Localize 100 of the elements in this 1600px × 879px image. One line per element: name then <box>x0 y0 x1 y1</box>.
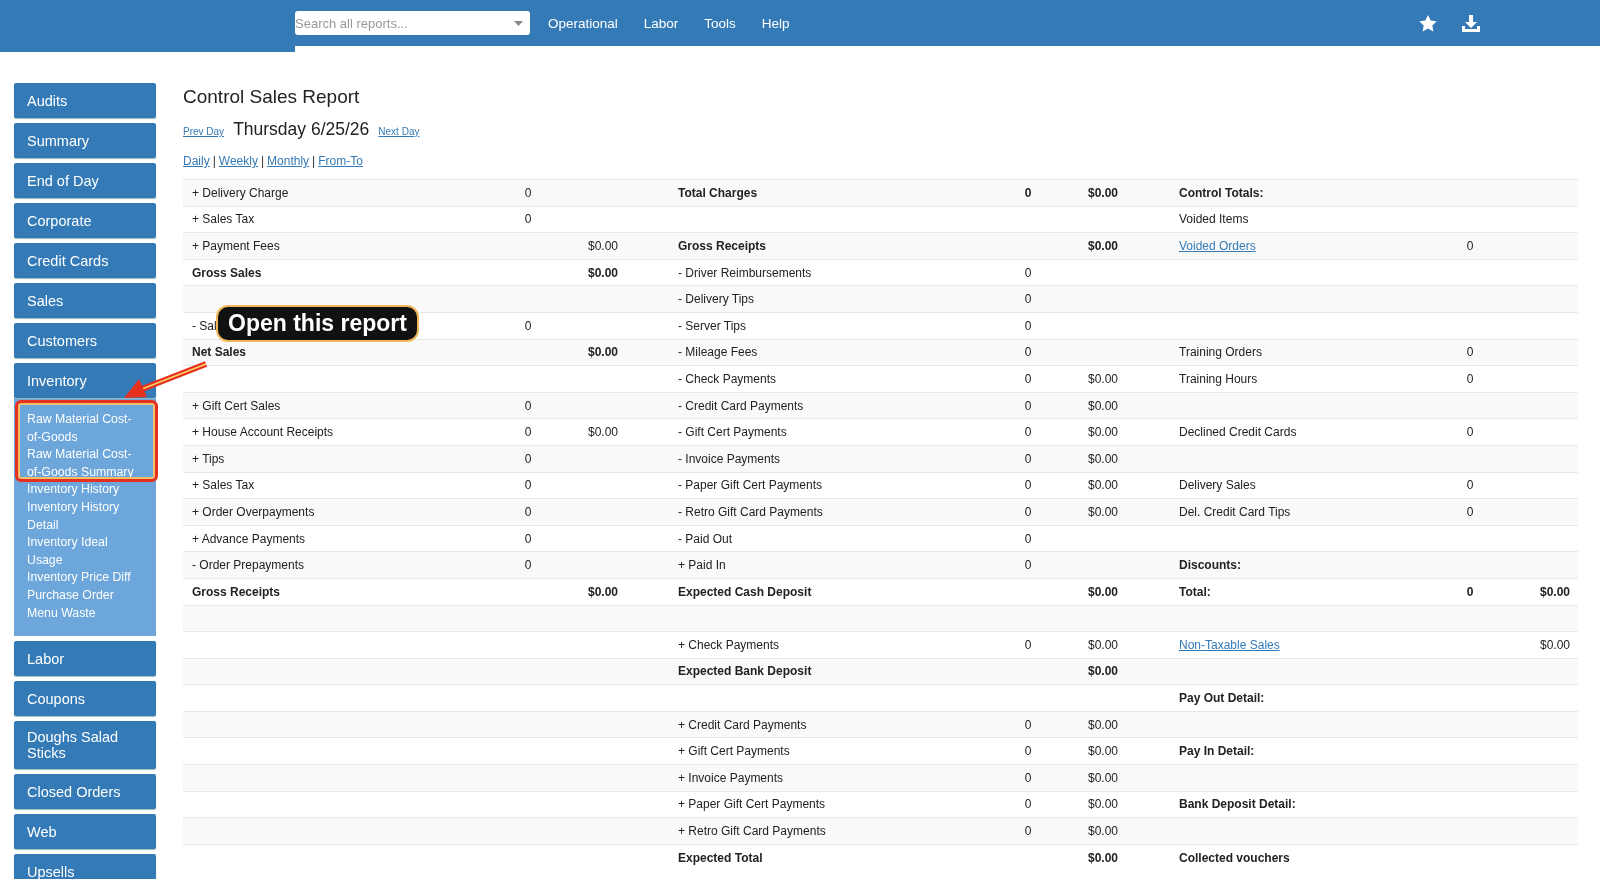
sidebar-item[interactable]: Sales <box>14 283 156 318</box>
nav-link[interactable]: Labor <box>643 15 679 31</box>
table-link[interactable]: Non-Taxable Sales <box>1179 637 1280 652</box>
table-cell: 0 <box>524 451 532 466</box>
submenu-link[interactable]: Inventory Price Diff <box>27 569 143 587</box>
table-cell: 0 <box>524 425 532 440</box>
table-cell: 0 <box>1466 425 1474 440</box>
nav-link[interactable]: Help <box>761 15 790 31</box>
submenu-link[interactable]: Menu Waste <box>27 604 143 623</box>
star-icon[interactable] <box>1419 14 1437 32</box>
table-cell: $0.00 <box>1087 824 1118 839</box>
table-cell: + Gift Cert Payments <box>678 744 790 759</box>
table-cell: $0.00 <box>1087 664 1118 679</box>
table-cell: Gross Sales <box>192 265 262 280</box>
table-cell: Training Orders <box>1179 345 1262 360</box>
table-cell: + Paper Gift Cert Payments <box>678 797 826 812</box>
table-cell: $0.00 <box>1087 371 1118 386</box>
table-cell: Expected Total <box>678 850 763 865</box>
next-day-link[interactable]: Next Day <box>378 126 420 137</box>
table-cell: + Advance Payments <box>192 531 306 546</box>
table-cell: Expected Bank Deposit <box>678 664 812 679</box>
sidebar-item[interactable]: Audits <box>14 83 156 118</box>
separator: | <box>212 154 216 168</box>
table-cell: $0.00 <box>1087 637 1118 652</box>
sidebar-item[interactable]: Closed Orders <box>14 774 156 810</box>
sidebar-item[interactable]: Labor <box>14 641 156 677</box>
table-cell: + Gift Cert Sales <box>192 398 281 413</box>
table-cell: Bank Deposit Detail: <box>1179 797 1296 812</box>
table-cell: + Sales Tax <box>192 212 255 227</box>
sidebar-item[interactable]: Inventory <box>14 363 156 398</box>
table-cell: 0 <box>1024 770 1032 785</box>
table-cell: Control Totals: <box>1179 185 1264 200</box>
nav-link[interactable]: Tools <box>704 15 736 31</box>
period-link[interactable]: Monthly <box>267 154 310 168</box>
sidebar-item[interactable]: Doughs Salad Sticks <box>14 721 156 770</box>
table-cell: 0 <box>1024 717 1032 732</box>
table-cell: 0 <box>1024 558 1032 573</box>
sidebar-item[interactable]: Corporate <box>14 203 156 238</box>
table-cell: 0 <box>1024 318 1032 333</box>
table-cell: 0 <box>1024 185 1032 200</box>
table-cell: - Paid Out <box>678 531 733 546</box>
prev-day-link[interactable]: Prev Day <box>183 126 225 137</box>
table-cell: 0 <box>1024 451 1032 466</box>
table-cell: $0.00 <box>587 345 618 360</box>
sidebar-item[interactable]: Coupons <box>14 681 156 717</box>
table-cell: 0 <box>1024 504 1032 519</box>
submenu-link[interactable]: Raw Material Cost-of-Goods Summary <box>27 446 143 482</box>
table-cell: - Credit Card Payments <box>678 398 804 413</box>
table-cell: $0.00 <box>1087 850 1118 865</box>
table-cell: + Order Overpayments <box>192 504 315 519</box>
table-cell: - Mileage Fees <box>678 345 758 360</box>
table-cell: + Delivery Charge <box>192 185 289 200</box>
submenu-link[interactable]: Inventory Ideal Usage <box>27 534 143 570</box>
sidebar-item[interactable]: End of Day <box>14 163 156 198</box>
table-cell: + Check Payments <box>678 637 780 652</box>
table-cell: Gross Receipts <box>192 584 281 599</box>
search-field[interactable]: Search all reports... <box>295 11 530 35</box>
table-cell: 0 <box>524 558 532 573</box>
submenu-link[interactable]: Inventory History Detail <box>27 498 143 535</box>
table-cell: 0 <box>524 504 532 519</box>
sidebar-item[interactable]: Web <box>14 814 156 850</box>
submenu-link[interactable]: Raw Material Cost-of-Goods <box>27 411 143 447</box>
period-link[interactable]: From-To <box>318 154 363 168</box>
table-cell: Net Sales <box>192 345 247 360</box>
table-cell: Pay Out Detail: <box>1179 691 1265 706</box>
table-cell: $0.00 <box>1087 584 1118 599</box>
nav-link[interactable]: Operational <box>548 15 618 31</box>
period-link[interactable]: Weekly <box>218 154 258 168</box>
table-cell: Total Charges <box>678 185 758 200</box>
table-cell: 0 <box>1466 478 1474 493</box>
table-link[interactable]: Voided Orders <box>1179 239 1256 253</box>
sidebar-item[interactable]: Credit Cards <box>14 243 156 278</box>
separator: | <box>312 154 316 168</box>
table-cell: Total: <box>1179 584 1211 599</box>
callout-label: Open this report <box>216 305 419 342</box>
sidebar-item[interactable]: Customers <box>14 323 156 358</box>
table-cell: Discounts: <box>1179 558 1241 573</box>
table-cell: 0 <box>524 531 532 546</box>
table-cell: 0 <box>1024 265 1032 280</box>
table-cell: 0 <box>524 212 532 227</box>
table-cell: - Gift Cert Payments <box>678 425 787 440</box>
table-cell: 0 <box>1466 371 1474 386</box>
sidebar-item[interactable]: Summary <box>14 123 156 158</box>
download-icon[interactable] <box>1462 14 1480 32</box>
table-cell: 0 <box>1024 478 1032 493</box>
period-link[interactable]: Daily <box>183 154 210 168</box>
submenu-link[interactable]: Purchase Order <box>27 586 143 605</box>
table-cell: - Server Tips <box>678 318 746 333</box>
table-cell: 0 <box>1024 398 1032 413</box>
table-cell: - Invoice Payments <box>678 451 781 466</box>
table-cell: Declined Credit Cards <box>1179 425 1297 440</box>
sidebar-item[interactable]: Upsells <box>14 854 156 879</box>
table-cell: 0 <box>1024 345 1032 360</box>
table-cell: 0 <box>1024 531 1032 546</box>
table-cell: Delivery Sales <box>1179 478 1256 493</box>
submenu-link[interactable]: Inventory History <box>27 481 143 499</box>
table-cell: + Sales Tax <box>192 478 255 493</box>
table-cell: $0.00 <box>1087 770 1118 785</box>
table-cell: $0.00 <box>1087 451 1118 466</box>
table-cell: $0.00 <box>587 584 618 599</box>
